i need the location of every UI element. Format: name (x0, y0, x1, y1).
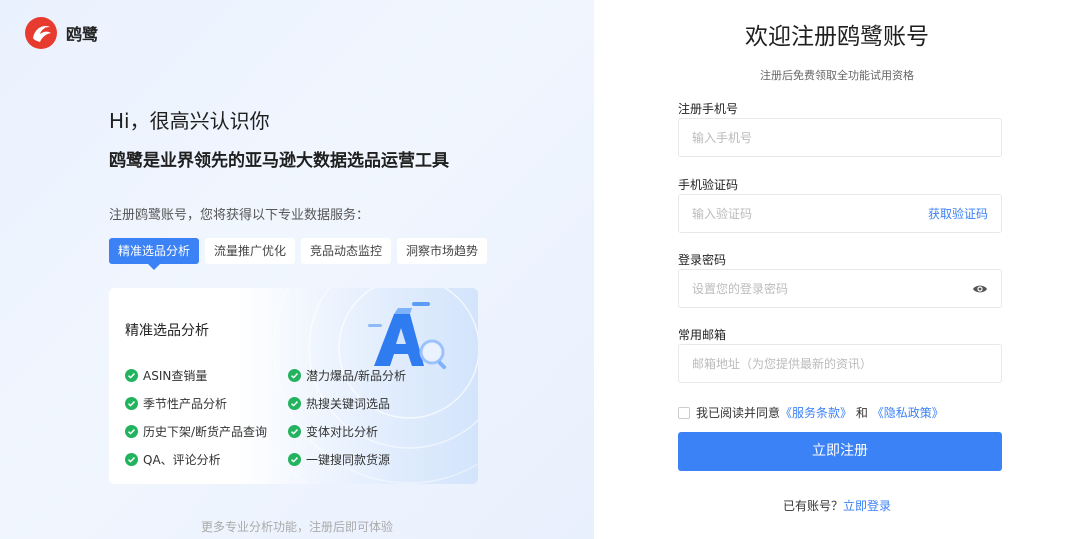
check-circle-icon (125, 368, 138, 382)
feature-label: 热搜关键词选品 (306, 396, 391, 411)
check-circle-icon (288, 452, 301, 466)
analysis-illustration-icon (368, 302, 447, 370)
email-label: 常用邮箱 (678, 328, 727, 342)
card-title: 精准选品分析 (125, 323, 209, 339)
get-code-button[interactable]: 获取验证码 (928, 205, 988, 222)
tagline: 鸥鹭是业界领先的亚马逊大数据选品运营工具 (109, 151, 449, 171)
register-panel: 欢迎注册鸥鹭账号 注册后免费领取全功能试用资格 注册手机号 手机验证码 获取验证… (594, 0, 1080, 539)
terms-link[interactable]: 《服务条款》 (780, 406, 852, 420)
email-field-box (678, 344, 1002, 383)
logo-icon (25, 17, 57, 49)
login-prompt: 已有账号？ (782, 499, 843, 513)
agreement-and: 和 (855, 406, 868, 420)
feature-label: 一键搜同款货源 (306, 452, 391, 467)
register-button[interactable]: 立即注册 (678, 432, 1002, 471)
check-circle-icon (125, 452, 138, 466)
feature-tabs: 精准选品分析 流量推广优化 竞品动态监控 洞察市场趋势 (109, 238, 488, 270)
feature-card: 精准选品分析 ASIN查销量 潜力爆品/新品分析 季节性产品分析 热搜关键词选品… (109, 288, 478, 484)
brand-name: 鸥鹭 (66, 25, 99, 44)
tab-product-selection[interactable]: 精准选品分析 (109, 238, 200, 270)
list-item: 潜力爆品/新品分析 (288, 366, 465, 384)
list-item: ASIN查销量 (125, 366, 288, 384)
list-item: 一键搜同款货源 (288, 450, 465, 468)
tab-market-trend[interactable]: 洞察市场趋势 (397, 238, 488, 264)
login-link[interactable]: 立即登录 (843, 499, 891, 513)
code-field-box: 获取验证码 (678, 194, 1002, 233)
brand[interactable]: 鸥鹭 (24, 16, 98, 50)
list-item: 历史下架/断货产品查询 (125, 422, 288, 440)
code-input[interactable] (692, 206, 928, 221)
tab-competitor-monitor[interactable]: 竞品动态监控 (301, 238, 392, 264)
feature-list: ASIN查销量 潜力爆品/新品分析 季节性产品分析 热搜关键词选品 历史下架/断… (125, 366, 465, 468)
feature-label: 季节性产品分析 (143, 396, 228, 411)
feature-label: 潜力爆品/新品分析 (306, 368, 407, 383)
greeting: Hi，很高兴认识你 (109, 109, 270, 133)
list-item: 变体对比分析 (288, 422, 465, 440)
phone-input[interactable] (692, 130, 988, 145)
feature-label: ASIN查销量 (143, 368, 208, 383)
phone-field-box (678, 118, 1002, 157)
feature-label: 变体对比分析 (306, 424, 379, 439)
tab-traffic-promotion[interactable]: 流量推广优化 (205, 238, 296, 264)
password-input[interactable] (692, 281, 972, 296)
agreement-prefix: 我已阅读并同意 (696, 406, 781, 420)
password-label: 登录密码 (678, 253, 727, 267)
code-label: 手机验证码 (678, 178, 739, 192)
page-subtitle: 注册后免费领取全功能试用资格 (760, 69, 914, 82)
login-row: 已有账号？立即登录 (594, 497, 1080, 514)
feature-label: QA、评论分析 (143, 452, 221, 467)
list-item: QA、评论分析 (125, 450, 288, 468)
check-circle-icon (288, 424, 301, 438)
agreement-row: 我已阅读并同意《服务条款》 和 《隐私政策》 (678, 404, 944, 421)
check-circle-icon (125, 396, 138, 410)
feature-label: 历史下架/断货产品查询 (143, 424, 268, 439)
more-features-note: 更多专业分析功能，注册后即可体验 (200, 520, 393, 534)
page-title: 欢迎注册鸥鹭账号 (745, 24, 929, 50)
phone-label: 注册手机号 (678, 102, 739, 116)
check-circle-icon (125, 424, 138, 438)
intro-panel: 鸥鹭 Hi，很高兴认识你 鸥鹭是业界领先的亚马逊大数据选品运营工具 注册鸥鹭账号… (0, 0, 594, 539)
agreement-checkbox[interactable] (678, 406, 690, 419)
eye-icon[interactable] (972, 283, 988, 295)
list-item: 季节性产品分析 (125, 394, 288, 412)
list-item: 热搜关键词选品 (288, 394, 465, 412)
password-field-box (678, 269, 1002, 308)
check-circle-icon (288, 396, 301, 410)
privacy-link[interactable]: 《隐私政策》 (872, 406, 944, 420)
email-input[interactable] (692, 356, 988, 371)
intro-text: 注册鸥鹭账号，您将获得以下专业数据服务： (109, 208, 370, 223)
check-circle-icon (288, 368, 301, 382)
